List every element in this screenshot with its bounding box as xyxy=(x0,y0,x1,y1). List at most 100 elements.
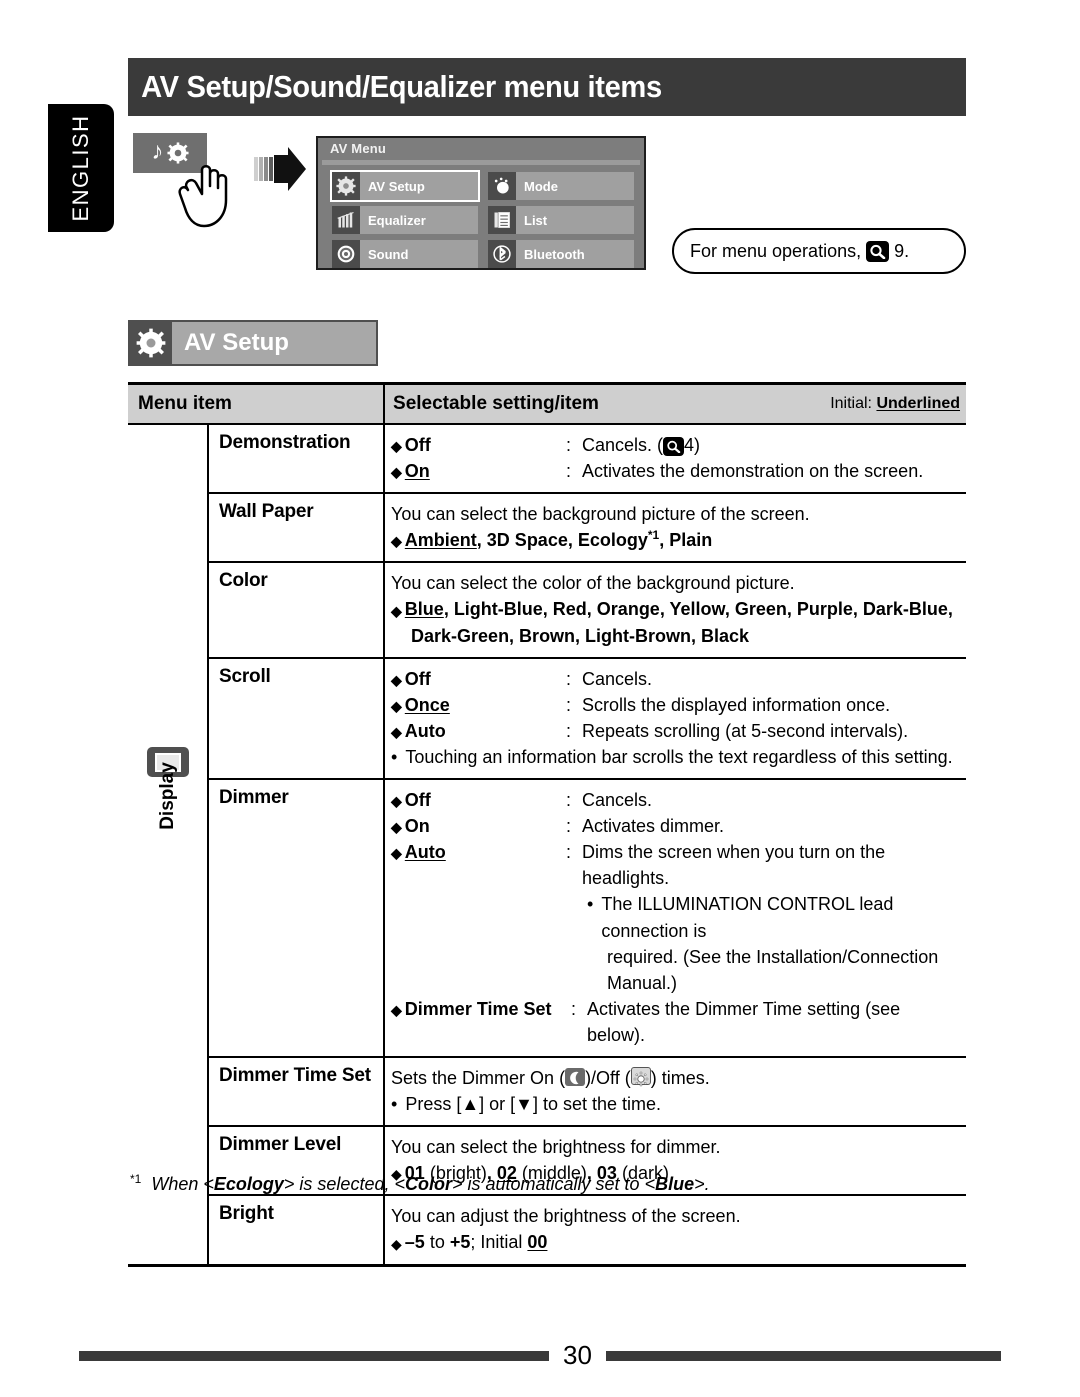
av-menu-button-mode[interactable]: Mode xyxy=(488,172,634,200)
footer-rule-right xyxy=(605,1350,1001,1361)
option-colon: : xyxy=(566,816,572,837)
settings-demonstration: ◆ Off : Cancels. (4) ◆ On : Activates the … xyxy=(384,424,967,495)
av-menu-button-label: Mode xyxy=(516,172,634,200)
column-header-selectable: Selectable setting/item Initial: Underli… xyxy=(383,382,967,425)
row-option-list-line2: Dark-Green, Brown, Light-Brown, Black xyxy=(411,625,750,646)
av-menu-button-sound[interactable]: Sound xyxy=(332,240,478,268)
table-row: Dimmer ◆ Off : Cancels. ◆ On : Activates d… xyxy=(128,779,967,1058)
list-icon xyxy=(488,206,516,234)
option-row: ◆ Once : Scrolls the displayed informatio… xyxy=(391,692,962,718)
settings-scroll: ◆ Off : Cancels. ◆ Once : Scrolls the disp… xyxy=(384,657,967,781)
option-row: ◆ On : Activates dimmer. xyxy=(391,813,962,839)
option-colon: : xyxy=(566,694,572,715)
option-name: ◆ Off xyxy=(391,435,431,455)
row-option-list-rest: , Light-Blue, Red, Orange, Yellow, Green… xyxy=(443,599,953,620)
equalizer-icon xyxy=(332,206,360,234)
bullet-dot: • xyxy=(391,746,398,767)
sound-disc-icon xyxy=(332,240,360,268)
magnifier-icon xyxy=(663,436,685,456)
sun-icon xyxy=(630,1066,651,1087)
av-menu-button-label: Bluetooth xyxy=(516,240,634,268)
option-row: ◆ Off : Cancels. (4) xyxy=(391,432,962,458)
option-colon: : xyxy=(566,842,572,863)
table-row: Wall Paper You can select the background… xyxy=(128,493,967,564)
settings-color: You can select the color of the backgrou… xyxy=(384,562,967,659)
menu-item-scroll: Scroll xyxy=(208,657,386,781)
option-name: ◆ Auto xyxy=(391,720,446,741)
language-tab: ENGLISH xyxy=(48,104,114,232)
table-row: Display Demonstration ◆ Off : Cancels. (4… xyxy=(128,424,967,1267)
row-intro-text: Sets the Dimmer On ()/Off () times. xyxy=(391,1066,710,1088)
option-description: Scrolls the displayed information once. xyxy=(582,694,891,715)
bullet-dot: • xyxy=(587,894,594,915)
option-colon: : xyxy=(566,668,572,689)
settings-dimmer-time-set: Sets the Dimmer On ()/Off () times. • Pr… xyxy=(384,1056,967,1128)
av-menu-panel: AV Menu AV Setup Mode Equalizer List Sou… xyxy=(316,136,646,270)
bluetooth-icon xyxy=(488,240,516,268)
option-row: ◆ Off : Cancels. xyxy=(391,666,962,692)
row-intro-text: You can adjust the brightness of the scr… xyxy=(391,1206,741,1227)
column-header-menu-item: Menu item xyxy=(128,382,385,425)
av-menu-button-list[interactable]: List xyxy=(488,206,634,234)
av-setup-settings-table: Menu item Selectable setting/item Initia… xyxy=(128,382,967,1267)
option-row: ◆ On : Activates the demonstration on the… xyxy=(391,458,962,484)
option-row: ◆ Auto : Dims the screen when you turn on… xyxy=(391,839,962,891)
row-intro-text: You can select the background picture of… xyxy=(391,504,810,525)
page-title: AV Setup/Sound/Equalizer menu items xyxy=(141,69,662,104)
page-title-banner: AV Setup/Sound/Equalizer menu items xyxy=(128,58,966,116)
option-name: ◆ On xyxy=(391,461,430,482)
category-label: Display xyxy=(156,762,178,830)
row-note: • Press [▲] or [▼] to set the time. xyxy=(391,1091,962,1117)
av-menu-button-av-setup[interactable]: AV Setup xyxy=(330,170,480,202)
bullet-dot: • xyxy=(391,1094,398,1115)
option-description: Activates dimmer. xyxy=(582,816,725,837)
settings-bright: You can adjust the brightness of the scr… xyxy=(384,1195,967,1267)
page-footer: 30 xyxy=(0,1340,1080,1371)
table-row: Bright You can adjust the brightness of … xyxy=(128,1195,967,1267)
menu-operations-callout: For menu operations, 9. xyxy=(672,228,966,274)
column-header-initial-note: Initial: Underlined xyxy=(830,395,961,412)
option-colon: : xyxy=(566,720,572,741)
callout-text-after: 9. xyxy=(894,240,910,261)
music-note-glyph: ♪ xyxy=(151,138,164,165)
gear-icon xyxy=(332,172,360,200)
row-note: • Touching an information bar scrolls th… xyxy=(391,744,962,770)
option-name: ◆ Off xyxy=(391,790,431,811)
row-note-text: Touching an information bar scrolls the … xyxy=(405,746,953,767)
av-menu-button-equalizer[interactable]: Equalizer xyxy=(332,206,478,234)
av-menu-button-bluetooth[interactable]: Bluetooth xyxy=(488,240,634,268)
option-description: Cancels. (4) xyxy=(582,435,701,456)
row-option-list-line1: ◆ Blue, Light-Blue, Red, Orange, Yellow, … xyxy=(391,599,953,620)
menu-item-dimmer: Dimmer xyxy=(208,779,386,1058)
page-number: 30 xyxy=(563,1340,592,1370)
menu-item-wall-paper: Wall Paper xyxy=(208,493,386,564)
option-name: ◆ Once xyxy=(391,694,450,715)
option-description: Activates the Dimmer Time setting (see b… xyxy=(587,998,901,1045)
av-menu-title: AV Menu xyxy=(330,141,387,156)
option-description: Cancels. xyxy=(582,668,653,689)
column-header-selectable-label: Selectable setting/item xyxy=(393,393,599,414)
table-header-row: Menu item Selectable setting/item Initia… xyxy=(128,382,967,425)
language-tab-label: ENGLISH xyxy=(68,114,93,222)
option-description: Repeats scrolling (at 5-second intervals… xyxy=(582,720,909,741)
callout-text-before: For menu operations, xyxy=(690,240,862,261)
av-menu-button-label: Equalizer xyxy=(360,206,478,234)
option-name: ◆ Auto xyxy=(391,842,446,863)
gear-icon xyxy=(130,322,172,364)
settings-dimmer: ◆ Off : Cancels. ◆ On : Activates dimmer. … xyxy=(384,779,967,1058)
touch-hand-icon xyxy=(178,165,228,228)
row-note-text: Press [▲] or [▼] to set the time. xyxy=(405,1094,662,1115)
option-row: ◆ Dimmer Time Set : Activates the Dimmer … xyxy=(391,996,962,1048)
table-row: Dimmer Time Set Sets the Dimmer On ()/Of… xyxy=(128,1056,967,1128)
option-row: ◆ Off : Cancels. xyxy=(391,787,962,813)
menu-item-color: Color xyxy=(208,562,386,659)
menu-item-dimmer-time-set: Dimmer Time Set xyxy=(208,1056,386,1128)
option-name: ◆ Off xyxy=(391,668,431,689)
footnote: *1 When <Ecology> is selected, <Color> i… xyxy=(130,1172,710,1194)
row-subnote-text: The ILLUMINATION CONTROL lead connection… xyxy=(601,894,894,941)
row-option-list: ◆ Ambient, 3D Space, Ecology*1, Plain xyxy=(391,528,713,551)
option-description: Activates the demonstration on the scree… xyxy=(582,461,924,482)
magnifier-icon xyxy=(866,240,890,262)
option-colon: : xyxy=(566,461,572,482)
table-row: Scroll ◆ Off : Cancels. ◆ Once : Scrolls t… xyxy=(128,657,967,781)
